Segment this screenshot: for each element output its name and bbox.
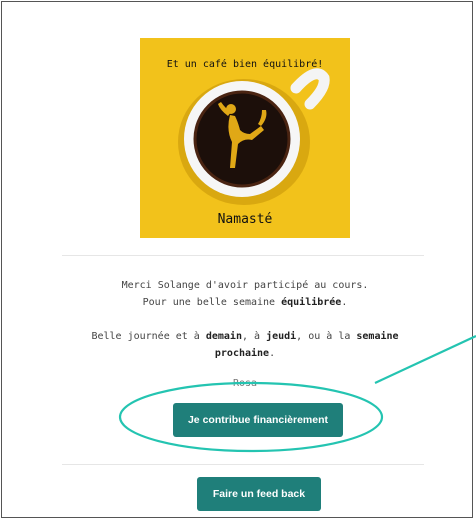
message-line: Pour une belle semaine équilibrée. xyxy=(62,294,428,311)
message-text: , ou à la xyxy=(296,331,357,342)
emphasis-text: semaine xyxy=(356,331,399,342)
message-line: prochaine. xyxy=(62,345,428,362)
divider xyxy=(62,464,424,465)
signature: Rosa xyxy=(232,378,258,389)
email-frame: Et un café bien équilibré! Namasté Merci… xyxy=(1,1,473,518)
message-line: Belle journée et à demain, à jeudi, ou à… xyxy=(62,328,428,345)
feedback-button[interactable]: Faire un feed back xyxy=(197,477,321,511)
message-text: . xyxy=(269,348,276,359)
emphasis-text: équilibrée xyxy=(281,297,342,308)
hero-title: Namasté xyxy=(217,212,273,227)
message-text: . xyxy=(341,297,348,308)
message-text: Pour une belle semaine xyxy=(142,297,282,308)
divider xyxy=(62,255,424,256)
thanks-text: Merci Solange d'avoir participé au cours… xyxy=(121,280,369,291)
message-text: Belle journée et à xyxy=(91,331,206,342)
emphasis-text: prochaine xyxy=(214,348,270,359)
hero-caption: Et un café bien équilibré! xyxy=(166,59,324,70)
contribute-button[interactable]: Je contribue financièrement xyxy=(173,403,343,437)
hero-image: Et un café bien équilibré! Namasté xyxy=(140,38,350,238)
emphasis-text: demain xyxy=(205,331,242,342)
message-text: , à xyxy=(241,331,267,342)
emphasis-text: jeudi xyxy=(266,331,297,342)
message-line: Merci Solange d'avoir participé au cours… xyxy=(62,277,428,294)
